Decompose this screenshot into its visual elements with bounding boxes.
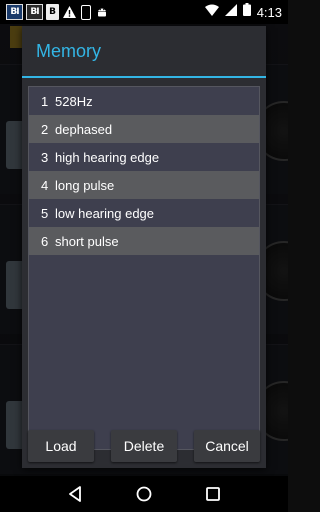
list-item[interactable]: 1 528Hz — [29, 87, 259, 115]
title-divider — [22, 76, 266, 78]
device-icon — [81, 4, 91, 20]
status-right: 4:13 — [204, 3, 282, 21]
bi-app-icon: BI — [6, 4, 23, 20]
warning-icon — [62, 4, 76, 20]
dialog-button-bar: Load Delete Cancel — [22, 430, 266, 468]
item-number: 2 — [41, 121, 49, 137]
item-label: 528Hz — [55, 93, 93, 109]
bi-app-icon: BI — [26, 4, 43, 20]
load-button[interactable]: Load — [28, 430, 94, 462]
item-number: 4 — [41, 177, 49, 193]
home-icon[interactable] — [132, 482, 156, 506]
item-number: 3 — [41, 149, 49, 165]
recents-icon[interactable] — [201, 482, 225, 506]
back-icon[interactable] — [63, 482, 87, 506]
status-bar: BI BI B 4:13 — [0, 0, 288, 24]
list-item[interactable]: 6 short pulse — [29, 227, 259, 255]
item-label: high hearing edge — [55, 149, 160, 165]
item-label: low hearing edge — [55, 205, 155, 221]
clock: 4:13 — [256, 4, 282, 20]
list-item[interactable]: 5 low hearing edge — [29, 199, 259, 227]
wifi-icon — [204, 3, 219, 21]
item-label: long pulse — [55, 177, 115, 193]
android-icon — [96, 4, 108, 20]
delete-button[interactable]: Delete — [111, 430, 177, 462]
item-number: 1 — [41, 93, 49, 109]
list-item[interactable]: 4 long pulse — [29, 171, 259, 199]
dialog-title: Memory — [36, 40, 102, 61]
b-app-icon: B — [46, 4, 59, 20]
memory-dialog: Memory 1 528Hz 2 dephased 3 high hearing… — [22, 26, 266, 468]
cancel-button[interactable]: Cancel — [194, 430, 260, 462]
list-item[interactable]: 3 high hearing edge — [29, 143, 259, 171]
item-label: dephased — [55, 121, 113, 137]
signal-icon — [224, 3, 237, 21]
memory-list[interactable]: 1 528Hz 2 dephased 3 high hearing edge 4… — [28, 86, 260, 450]
navigation-bar — [0, 476, 288, 512]
battery-icon — [242, 3, 251, 21]
item-number: 6 — [41, 233, 49, 249]
screen: BI BI B 4:13 ⋮ — [0, 0, 288, 512]
item-number: 5 — [41, 205, 49, 221]
item-label: short pulse — [55, 233, 119, 249]
list-item[interactable]: 2 dephased — [29, 115, 259, 143]
